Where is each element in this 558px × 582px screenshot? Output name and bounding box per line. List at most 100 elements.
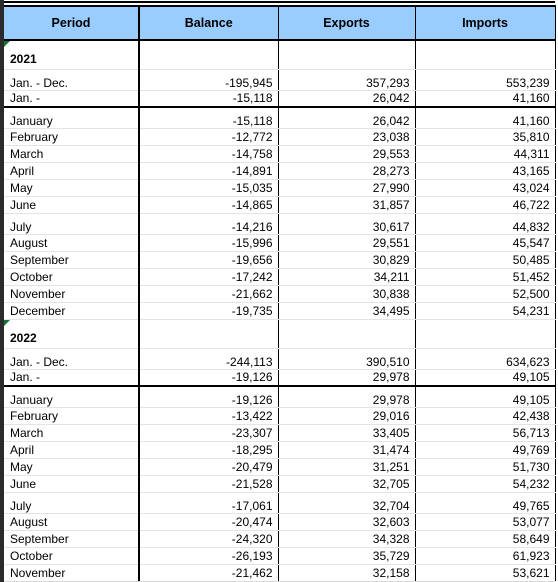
cell-exports[interactable]: 32,603 xyxy=(278,513,416,531)
cell-period[interactable]: March xyxy=(4,145,140,163)
cell-balance[interactable]: -21,528 xyxy=(139,475,279,493)
table-row[interactable]: August -20,474 32,603 53,077 xyxy=(4,513,556,531)
table-row[interactable]: June -21,528 32,705 54,232 xyxy=(4,475,556,493)
cell-imports[interactable]: 58,649 xyxy=(415,530,556,548)
cell-imports[interactable]: 61,923 xyxy=(415,547,556,565)
cell-exports[interactable]: 32,704 xyxy=(278,492,416,514)
cell-exports[interactable]: 29,016 xyxy=(278,407,416,425)
cell-imports[interactable]: 35,810 xyxy=(415,128,556,146)
cell-balance[interactable]: -244,113 xyxy=(139,348,279,370)
cell-imports[interactable]: 53,077 xyxy=(415,513,556,531)
table-row[interactable]: July -17,061 32,704 49,765 xyxy=(4,492,556,514)
cell-period[interactable]: July xyxy=(4,213,140,235)
cell-period[interactable]: October xyxy=(4,268,140,286)
table-row[interactable]: August -15,996 29,551 45,547 xyxy=(4,234,556,252)
cell-imports[interactable]: 41,160 xyxy=(415,90,556,108)
cell-imports[interactable]: 49,769 xyxy=(415,441,556,459)
cell-balance[interactable]: -24,320 xyxy=(139,530,279,548)
cell-balance[interactable]: -18,295 xyxy=(139,441,279,459)
cell-imports[interactable]: 45,547 xyxy=(415,234,556,252)
cell-imports[interactable]: 51,730 xyxy=(415,458,556,476)
cell-exports[interactable]: 26,042 xyxy=(278,107,416,129)
cell-imports[interactable]: 42,438 xyxy=(415,407,556,425)
table-row[interactable]: March -14,758 29,553 44,311 xyxy=(4,145,556,163)
cell-balance[interactable]: -17,242 xyxy=(139,268,279,286)
cell-imports[interactable]: 49,105 xyxy=(415,386,556,408)
table-row[interactable]: Jan. - Dec. -244,113 390,510 634,623 xyxy=(4,348,556,370)
cell-balance[interactable]: -15,118 xyxy=(139,90,279,108)
cell-balance[interactable]: -14,865 xyxy=(139,196,279,214)
cell-period[interactable]: July xyxy=(4,492,140,514)
cell-balance[interactable]: -20,479 xyxy=(139,458,279,476)
table-row[interactable]: February -13,422 29,016 42,438 xyxy=(4,407,556,425)
cell-imports[interactable]: 52,500 xyxy=(415,285,556,303)
cell-exports[interactable]: 28,273 xyxy=(278,162,416,180)
cell-exports[interactable]: 31,857 xyxy=(278,196,416,214)
cell-exports[interactable]: 29,553 xyxy=(278,145,416,163)
table-row[interactable]: Jan. - -19,126 29,978 49,105 xyxy=(4,369,556,387)
cell-exports[interactable]: 30,829 xyxy=(278,251,416,269)
cell-exports[interactable]: 30,838 xyxy=(278,285,416,303)
cell-imports[interactable]: 53,621 xyxy=(415,564,556,582)
column-header-imports[interactable]: Imports xyxy=(415,5,556,41)
cell-balance[interactable]: -21,662 xyxy=(139,285,279,303)
table-row[interactable]: November -21,662 30,838 52,500 xyxy=(4,285,556,303)
cell-period[interactable]: January xyxy=(4,107,140,129)
cell-period[interactable]: May xyxy=(4,458,140,476)
cell-balance[interactable]: -19,735 xyxy=(139,302,279,320)
table-row[interactable]: Jan. - -15,118 26,042 41,160 xyxy=(4,90,556,108)
cell-exports[interactable] xyxy=(278,40,416,70)
year-heading-row[interactable]: 2022 xyxy=(4,319,556,349)
cell-balance[interactable]: -15,118 xyxy=(139,107,279,129)
cell-balance[interactable]: -26,193 xyxy=(139,547,279,565)
table-row[interactable]: April -18,295 31,474 49,769 xyxy=(4,441,556,459)
cell-year-label[interactable]: 2022 xyxy=(4,319,140,349)
table-row[interactable]: December -19,735 34,495 54,231 xyxy=(4,302,556,320)
cell-exports[interactable]: 390,510 xyxy=(278,348,416,370)
cell-period[interactable]: October xyxy=(4,547,140,565)
cell-balance[interactable]: -14,216 xyxy=(139,213,279,235)
cell-period[interactable]: December xyxy=(4,302,140,320)
cell-exports[interactable]: 31,474 xyxy=(278,441,416,459)
cell-exports[interactable]: 26,042 xyxy=(278,90,416,108)
cell-imports[interactable]: 56,713 xyxy=(415,424,556,442)
cell-balance[interactable]: -15,996 xyxy=(139,234,279,252)
cell-period[interactable]: April xyxy=(4,162,140,180)
cell-exports[interactable]: 32,705 xyxy=(278,475,416,493)
table-row[interactable]: January -19,126 29,978 49,105 xyxy=(4,386,556,408)
cell-imports[interactable]: 41,160 xyxy=(415,107,556,129)
cell-period[interactable]: Jan. - xyxy=(4,369,140,387)
table-row[interactable]: September -24,320 34,328 58,649 xyxy=(4,530,556,548)
cell-period[interactable]: November xyxy=(4,285,140,303)
cell-imports[interactable] xyxy=(415,40,556,70)
cell-imports[interactable]: 46,722 xyxy=(415,196,556,214)
cell-imports[interactable]: 553,239 xyxy=(415,69,556,91)
cell-exports[interactable]: 33,405 xyxy=(278,424,416,442)
year-heading-row[interactable]: 2021 xyxy=(4,40,556,70)
cell-period[interactable]: February xyxy=(4,128,140,146)
cell-balance[interactable]: -195,945 xyxy=(139,69,279,91)
table-row[interactable]: January -15,118 26,042 41,160 xyxy=(4,107,556,129)
cell-period[interactable]: March xyxy=(4,424,140,442)
column-header-period[interactable]: Period xyxy=(4,5,140,41)
cell-exports[interactable]: 29,978 xyxy=(278,386,416,408)
cell-imports[interactable]: 50,485 xyxy=(415,251,556,269)
cell-imports[interactable] xyxy=(415,319,556,349)
cell-period[interactable]: May xyxy=(4,179,140,197)
table-row[interactable]: November -21,462 32,158 53,621 xyxy=(4,564,556,582)
cell-balance[interactable]: -20,474 xyxy=(139,513,279,531)
column-header-balance[interactable]: Balance xyxy=(139,5,279,41)
cell-balance[interactable]: -12,772 xyxy=(139,128,279,146)
cell-exports[interactable]: 35,729 xyxy=(278,547,416,565)
cell-period[interactable]: April xyxy=(4,441,140,459)
cell-balance[interactable]: -19,126 xyxy=(139,369,279,387)
cell-exports[interactable]: 29,978 xyxy=(278,369,416,387)
cell-exports[interactable]: 34,495 xyxy=(278,302,416,320)
cell-balance[interactable]: -23,307 xyxy=(139,424,279,442)
cell-period[interactable]: August xyxy=(4,234,140,252)
cell-exports[interactable]: 34,328 xyxy=(278,530,416,548)
cell-imports[interactable]: 49,105 xyxy=(415,369,556,387)
table-row[interactable]: July -14,216 30,617 44,832 xyxy=(4,213,556,235)
cell-balance[interactable]: -21,462 xyxy=(139,564,279,582)
cell-period[interactable]: June xyxy=(4,196,140,214)
